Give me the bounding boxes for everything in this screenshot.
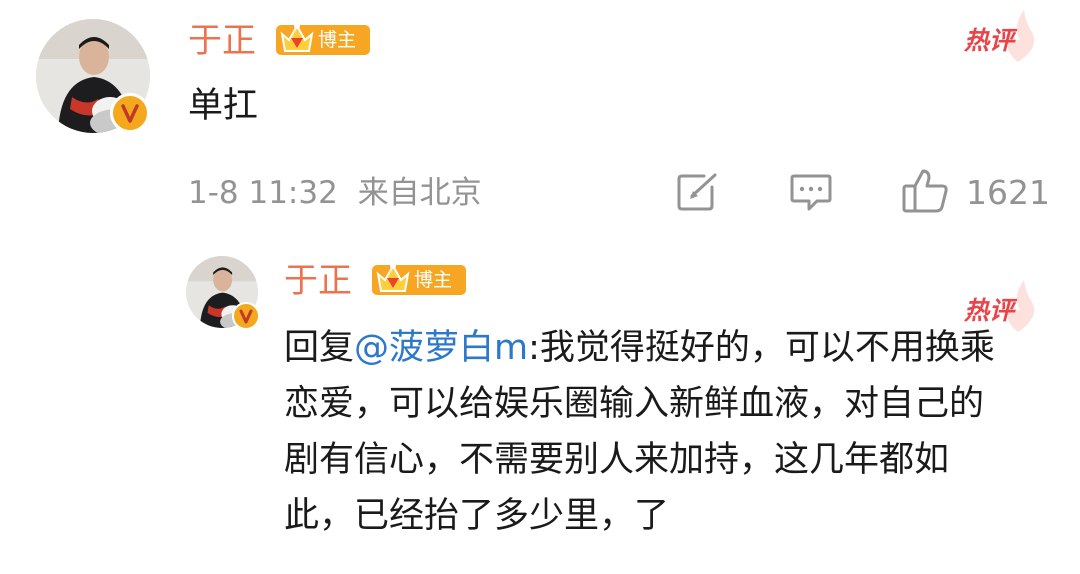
reply-avatar[interactable] xyxy=(186,256,260,330)
comment-meta: 1-8 11:32 来自北京 xyxy=(188,173,482,213)
crown-icon xyxy=(376,263,410,292)
comment-thread: 于正 博主 热评 单扛 1-8 11:32 来自北京 1621 于正 博主 热评… xyxy=(0,0,1080,574)
reply-author-name[interactable]: 于正 xyxy=(284,261,352,301)
hot-comment-label: 热评 xyxy=(964,26,1015,55)
comment-location: 来自北京 xyxy=(357,175,482,211)
blogger-badge: 博主 xyxy=(372,263,466,295)
reply-prefix: 回复 xyxy=(284,328,355,368)
hot-comment-badge: 热评 xyxy=(964,8,1040,66)
like-icon[interactable] xyxy=(901,168,949,214)
blogger-badge-label: 博主 xyxy=(414,269,453,291)
verified-v-icon xyxy=(110,93,150,133)
reply-text: 回复@菠萝白m:我觉得挺好的，可以不用换乘恋爱，可以给娱乐圈输入新鲜血液，对自己… xyxy=(284,320,1014,544)
blogger-badge-label: 博主 xyxy=(318,29,357,51)
comment-time: 1-8 11:32 xyxy=(188,175,338,211)
comment-icon[interactable] xyxy=(789,172,833,212)
commenter-name[interactable]: 于正 xyxy=(188,21,256,61)
commenter-avatar[interactable] xyxy=(36,19,150,133)
verified-v-icon xyxy=(232,302,260,330)
mention-link[interactable]: @菠萝白m xyxy=(354,328,528,368)
comment-text: 单扛 xyxy=(188,86,259,126)
repost-icon[interactable] xyxy=(676,172,720,212)
blogger-badge: 博主 xyxy=(276,23,370,55)
crown-icon xyxy=(280,23,314,52)
like-count: 1621 xyxy=(966,173,1050,212)
